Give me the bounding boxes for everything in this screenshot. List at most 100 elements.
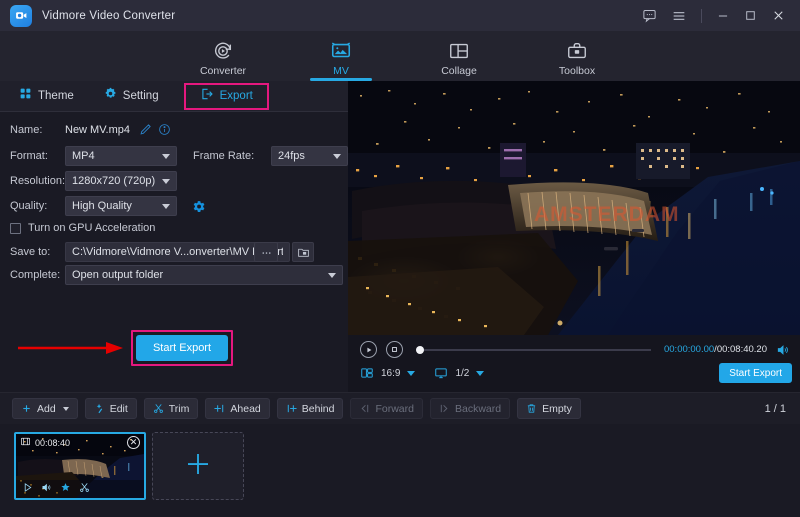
start-export-button[interactable]: Start Export [136,335,228,361]
timecode: 00:00:00.00/00:08:40.20 [664,344,767,355]
complete-select[interactable]: Open output folder [65,265,343,285]
backward-button[interactable]: Backward [430,398,510,419]
nav-item-toolbox[interactable]: Toolbox [538,31,616,81]
save-to-value: C:\Vidmore\Vidmore V...onverter\MV Expor… [72,246,283,258]
stop-icon[interactable] [386,341,403,358]
format-select[interactable]: MP4 [65,146,177,166]
resolution-label: Resolution: [10,175,65,187]
browse-ellipsis-button[interactable] [254,242,278,262]
close-icon[interactable] [771,8,786,23]
seek-bar[interactable] [416,349,651,351]
pencil-icon[interactable] [139,123,152,136]
frame-rate-label: Frame Rate: [193,150,271,162]
add-label: Add [37,403,56,415]
tab-label: Theme [38,90,74,102]
add-clip-slot[interactable] [152,432,244,500]
minimize-icon[interactable] [716,9,730,23]
storyboard-track: 00:08:40 ✕ [0,424,800,517]
add-button[interactable]: Add [12,398,78,419]
window-controls [642,8,800,24]
tab-export[interactable]: Export [184,83,269,110]
page-indicator: 1 / 1 [765,403,800,415]
play-icon[interactable] [22,480,33,498]
clip-thumbnail[interactable]: 00:08:40 ✕ [14,432,146,500]
nav-label: Converter [200,65,246,77]
open-folder-button[interactable] [292,242,314,262]
export-settings-panel: Name: New MV.mp4 Format: MP4 Frame Rate: [0,112,348,392]
chevron-down-icon [162,179,170,184]
format-value: MP4 [72,150,95,162]
seek-handle[interactable] [416,346,424,354]
current-time: 00:00:00.00 [664,344,714,355]
info-icon[interactable] [158,123,171,136]
preview-frame-image: AMSTERDAM [348,81,800,335]
name-row: Name: New MV.mp4 [10,123,171,136]
empty-button[interactable]: Empty [517,398,581,419]
quality-select[interactable]: High Quality [65,196,177,216]
ahead-button[interactable]: Ahead [205,398,269,419]
export-icon [200,87,214,106]
resolution-row: Resolution: 1280x720 (720p) [10,171,177,191]
app-window: Vidmore Video Converter [0,0,800,517]
name-label: Name: [10,124,65,136]
plus-icon [183,449,213,484]
nav-item-mv[interactable]: MV [302,31,380,81]
frame-rate-value: 24fps [278,150,305,162]
name-value: New MV.mp4 [65,124,130,136]
preview-start-export-button[interactable]: Start Export [719,363,792,383]
nav-item-collage[interactable]: Collage [420,31,498,81]
gpu-checkbox[interactable] [10,223,21,234]
forward-button[interactable]: Forward [350,398,423,419]
player-options-row: 16:9 1/2 Start Export [360,363,792,383]
chevron-down-icon [162,154,170,159]
chevron-down-icon [162,204,170,209]
aspect-ratio-icon[interactable] [360,366,374,380]
player-controls: 00:00:00.00/00:08:40.20 16:9 [348,335,800,392]
trim-button[interactable]: Trim [144,398,199,419]
forward-label: Forward [375,403,414,415]
screen-icon[interactable] [434,366,448,380]
gpu-label: Turn on GPU Acceleration [28,222,155,234]
title-bar: Vidmore Video Converter [0,0,800,31]
screen-chevron-down-icon[interactable] [476,371,484,376]
trash-icon [526,403,537,414]
maximize-icon[interactable] [744,9,757,22]
trim-label: Trim [169,403,190,415]
tab-label: Setting [123,90,159,102]
nav-item-converter[interactable]: Converter [184,31,262,81]
magic-wand-icon [94,403,105,414]
app-title: Vidmore Video Converter [42,10,175,22]
feedback-icon[interactable] [642,8,657,23]
chevron-down-icon[interactable] [63,407,69,411]
format-label: Format: [10,150,65,162]
frame-rate-select[interactable]: 24fps [271,146,348,166]
app-logo-icon [10,5,32,27]
quality-settings-gear-icon[interactable] [191,199,206,214]
resolution-select[interactable]: 1280x720 (720p) [65,171,177,191]
edit-button[interactable]: Edit [85,398,137,419]
gpu-acceleration-row[interactable]: Turn on GPU Acceleration [10,222,155,234]
close-circle-icon[interactable]: ✕ [127,436,140,449]
nav-label: MV [333,65,349,77]
behind-button[interactable]: Behind [277,398,344,419]
quality-value: High Quality [72,200,132,212]
complete-row: Complete: Open output folder [10,265,343,285]
grid-icon [19,87,32,105]
sub-tab-bar: Theme Setting Export [0,81,348,112]
gear-icon [104,87,117,105]
move-backward-icon [439,403,450,414]
clip-toolbar: Add Edit Trim [0,392,800,424]
aspect-chevron-down-icon[interactable] [407,371,415,376]
complete-value: Open output folder [72,269,163,281]
ahead-label: Ahead [230,403,260,415]
volume-icon[interactable] [41,480,52,498]
tab-setting[interactable]: Setting [93,83,170,109]
volume-icon[interactable] [776,343,790,357]
tab-theme[interactable]: Theme [8,83,85,109]
menu-icon[interactable] [671,8,687,24]
effects-star-icon[interactable] [60,480,71,498]
scissors-icon[interactable] [79,480,90,498]
play-icon[interactable] [360,341,377,358]
chevron-down-icon [333,154,341,159]
video-preview[interactable]: AMSTERDAM [348,81,800,335]
